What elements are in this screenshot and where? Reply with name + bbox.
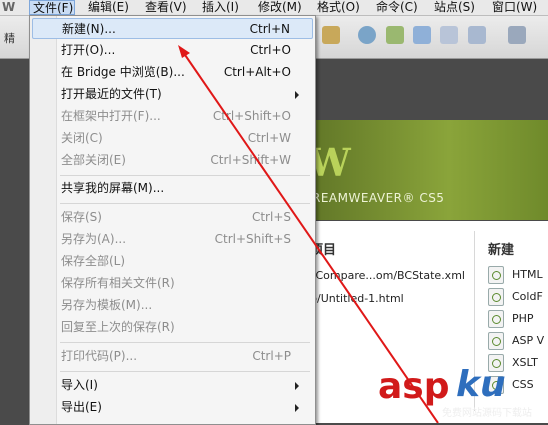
toolbar-view-icon[interactable] [468, 26, 486, 44]
new-php-link[interactable]: PHP [488, 309, 534, 329]
menu-item-print-code[interactable]: 打印代码(P)... Ctrl+P [32, 346, 313, 367]
new-asp-link[interactable]: ASP V [488, 331, 544, 351]
menu-item-save-all[interactable]: 保存全部(L) [32, 251, 313, 272]
menu-item-label: 在框架中打开(F)... [61, 109, 161, 123]
menu-file[interactable]: 文件(F) [29, 0, 75, 15]
menu-item-shortcut: Ctrl+N [249, 22, 290, 36]
watermark-ku: ku [456, 364, 506, 405]
new-html-link[interactable]: HTML [488, 265, 543, 285]
recent-file-link[interactable]: p/Untitled-1.html [310, 292, 404, 305]
menu-item-share-screen[interactable]: 共享我的屏幕(M)... [32, 178, 313, 199]
file-icon [488, 266, 504, 284]
new-item-label: HTML [512, 268, 543, 281]
submenu-arrow-icon [295, 91, 299, 99]
file-icon [488, 310, 504, 328]
new-item-label: ASP V [512, 334, 545, 347]
menu-item-label: 导出(E) [61, 400, 102, 414]
welcome-banner: W REAMWEAVER® CS5 [300, 120, 548, 220]
watermark-asp: asp [378, 366, 450, 407]
file-icon [488, 288, 504, 306]
toolbar-settings-icon[interactable] [358, 26, 376, 44]
toolbar-options-icon[interactable] [508, 26, 526, 44]
menu-item-save-as-template[interactable]: 另存为模板(M)... [32, 295, 313, 316]
menu-item-open-recent[interactable]: 打开最近的文件(T) [32, 84, 313, 105]
menu-bar: W 文件(F) 编辑(E) 查看(V) 插入(I) 修改(M) 格式(O) 命令… [0, 0, 548, 16]
menu-item-label: 在 Bridge 中浏览(B)... [61, 65, 185, 79]
toolbar-label: 精 [4, 32, 15, 45]
product-name: REAMWEAVER® CS5 [312, 191, 445, 205]
menu-format[interactable]: 格式(O) [317, 0, 360, 15]
file-menu-dropdown: 新建(N)... Ctrl+N 打开(O)... Ctrl+O 在 Bridge… [29, 15, 316, 425]
menu-item-label: 关闭(C) [61, 131, 103, 145]
menu-item-label: 新建(N)... [62, 22, 116, 36]
menu-item-label: 回复至上次的保存(R) [61, 320, 175, 334]
menu-item-close-all[interactable]: 全部关闭(E) Ctrl+Shift+W [32, 150, 313, 171]
new-item-label: PHP [512, 312, 534, 325]
submenu-arrow-icon [295, 382, 299, 390]
watermark-subtitle: 免费网站源码下载站 [442, 408, 532, 419]
menu-item-save[interactable]: 保存(S) Ctrl+S [32, 207, 313, 228]
menu-item-label: 共享我的屏幕(M)... [61, 181, 165, 195]
app-logo-icon: W [2, 0, 16, 14]
menu-window[interactable]: 窗口(W) [492, 0, 537, 15]
menu-item-shortcut: Ctrl+Shift+W [210, 153, 291, 167]
menu-item-shortcut: Ctrl+O [250, 43, 291, 57]
menu-item-export[interactable]: 导出(E) [32, 397, 313, 418]
menu-item-shortcut: Ctrl+Alt+O [223, 65, 291, 79]
menu-item-import[interactable]: 导入(I) [32, 375, 313, 396]
menu-separator [60, 371, 310, 372]
file-icon [488, 332, 504, 350]
menu-item-shortcut: Ctrl+S [251, 210, 291, 224]
submenu-arrow-icon [295, 404, 299, 412]
menu-item-browse-in-bridge[interactable]: 在 Bridge 中浏览(B)... Ctrl+Alt+O [32, 62, 313, 83]
menu-item-close[interactable]: 关闭(C) Ctrl+W [32, 128, 313, 149]
menu-item-label: 保存所有相关文件(R) [61, 276, 175, 290]
menu-commands[interactable]: 命令(C) [376, 0, 418, 15]
menu-separator [60, 175, 310, 176]
menu-item-new[interactable]: 新建(N)... Ctrl+N [32, 18, 313, 39]
new-coldfusion-link[interactable]: ColdF [488, 287, 543, 307]
menu-item-save-as[interactable]: 另存为(A)... Ctrl+Shift+S [32, 229, 313, 250]
toolbar-layout-icon[interactable] [386, 26, 404, 44]
toolbar-comment-icon[interactable] [440, 26, 458, 44]
menu-insert[interactable]: 插入(I) [202, 0, 239, 15]
menu-item-label: 打开最近的文件(T) [61, 87, 162, 101]
menu-item-open[interactable]: 打开(O)... Ctrl+O [32, 40, 313, 61]
menu-item-shortcut: Ctrl+W [247, 131, 291, 145]
create-new-heading: 新建 [488, 243, 515, 258]
menu-item-label: 保存全部(L) [61, 254, 126, 268]
menu-view[interactable]: 查看(V) [145, 0, 187, 15]
menu-site[interactable]: 站点(S) [434, 0, 475, 15]
menu-modify[interactable]: 修改(M) [258, 0, 302, 15]
menu-item-label: 保存(S) [61, 210, 102, 224]
menu-item-shortcut: Ctrl+P [252, 349, 291, 363]
menu-item-label: 全部关闭(E) [61, 153, 126, 167]
menu-item-label: 打印代码(P)... [61, 349, 138, 363]
menu-item-open-in-frame[interactable]: 在框架中打开(F)... Ctrl+Shift+O [32, 106, 313, 127]
menu-edit[interactable]: 编辑(E) [88, 0, 129, 15]
menu-item-shortcut: Ctrl+Shift+O [212, 109, 291, 123]
menu-item-label: 导入(I) [61, 378, 98, 392]
menu-item-label: 打开(O)... [61, 43, 116, 57]
watermark: asp ku 免费网站源码下载站 [378, 360, 548, 423]
toolbar-tool-icon[interactable] [322, 26, 340, 44]
menu-item-label: 另存为模板(M)... [61, 298, 153, 312]
menu-item-revert[interactable]: 回复至上次的保存(R) [32, 317, 313, 338]
new-item-label: ColdF [512, 290, 543, 303]
menu-item-label: 另存为(A)... [61, 232, 127, 246]
recent-file-link[interactable]: _Compare...om/BCState.xml [310, 269, 465, 282]
menu-item-shortcut: Ctrl+Shift+S [214, 232, 291, 246]
menu-item-save-all-related[interactable]: 保存所有相关文件(R) [32, 273, 313, 294]
menu-separator [60, 203, 310, 204]
toolbar-grid-icon[interactable] [413, 26, 431, 44]
menu-separator [60, 342, 310, 343]
